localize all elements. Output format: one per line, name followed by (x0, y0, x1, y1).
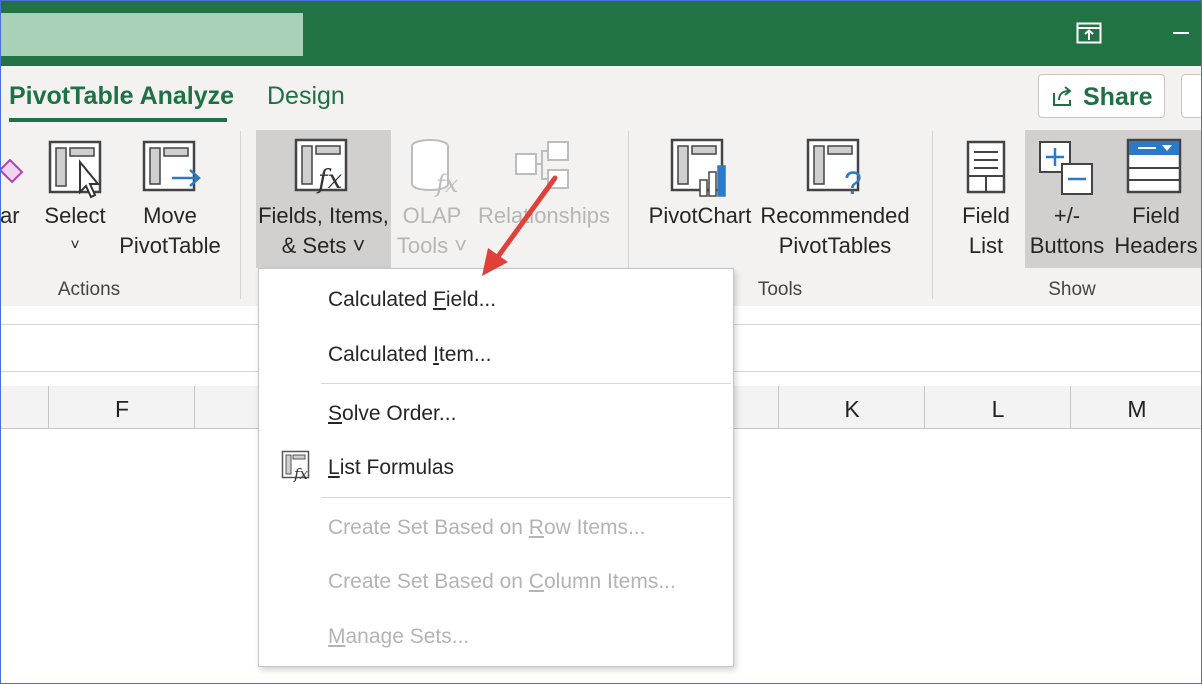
restore-window-icon (1076, 22, 1102, 44)
field-headers-icon (1126, 138, 1182, 194)
select-button[interactable]: Select ˅ (38, 201, 112, 261)
fields-items-sets-button[interactable]: Fields, Items, & Sets ˅ (256, 201, 391, 261)
field-list-icon (966, 140, 1006, 194)
share-label: Share (1083, 83, 1153, 111)
tab-design[interactable]: Design (267, 82, 345, 111)
minimize-icon (1173, 32, 1189, 34)
recommended-pivottables-icon: ? (806, 138, 862, 198)
annotation-arrow (482, 175, 558, 276)
field-list-button[interactable]: Field List (950, 201, 1022, 261)
select-icon (48, 140, 102, 199)
fields-items-sets-icon: fx (294, 138, 348, 195)
ribbon-options-button[interactable] (1181, 74, 1202, 118)
minimize-button[interactable] (1160, 18, 1202, 48)
clear-icon (0, 158, 24, 184)
move-pivottable-button[interactable]: Move PivotTable (112, 201, 228, 261)
pivotchart-icon (670, 138, 726, 197)
menu-item-calculated-item[interactable]: Calculated Item... (328, 343, 491, 367)
group-separator (932, 131, 933, 299)
menu-item-solve-order[interactable]: Solve Order... (328, 402, 456, 426)
plus-minus-buttons-icon (1039, 141, 1093, 195)
column-header[interactable] (194, 386, 259, 428)
column-header-f[interactable]: F (48, 386, 195, 428)
column-header-l[interactable]: L (924, 386, 1071, 428)
svg-text:fx: fx (434, 170, 459, 198)
plus-minus-buttons-button[interactable]: +/- Buttons (1026, 201, 1108, 261)
pivotchart-button[interactable]: PivotChart (644, 201, 756, 231)
menu-item-calculated-field[interactable]: Calculated Field... (328, 288, 496, 312)
move-pivottable-icon (142, 140, 201, 192)
tab-pivottable-analyze[interactable]: PivotTable Analyze (9, 82, 234, 111)
svg-text:fx: fx (316, 165, 343, 195)
group-separator (240, 131, 241, 299)
svg-text:fx: fx (293, 465, 309, 482)
clear-button[interactable]: ar (0, 201, 28, 231)
recommended-pivottables-button[interactable]: Recommended PivotTables (756, 201, 914, 261)
group-label-tools: Tools (757, 279, 803, 300)
active-tab-indicator (9, 118, 227, 122)
search-box[interactable] (0, 13, 303, 56)
menu-item-manage-sets: Manage Sets... (328, 625, 470, 648)
group-label-show: Show (1048, 279, 1096, 300)
fields-items-sets-menu: Calculated Field... Calculated Item... S… (258, 268, 734, 667)
field-headers-button[interactable]: Field Headers (1110, 201, 1202, 261)
share-button[interactable]: Share (1038, 74, 1165, 118)
menu-item-list-formulas[interactable]: List Formulas (328, 456, 454, 480)
restore-window-button[interactable] (1064, 18, 1114, 48)
list-formulas-icon: fx (281, 450, 310, 482)
menu-item-create-set-row-items: Create Set Based on Row Items... (328, 516, 646, 539)
menu-separator (321, 383, 731, 384)
olap-tools-icon: fx (411, 139, 459, 198)
menu-item-create-set-column-items: Create Set Based on Column Items... (328, 570, 676, 593)
group-label-actions: Actions (57, 279, 121, 300)
svg-text:?: ? (844, 165, 862, 198)
share-icon (1053, 86, 1072, 106)
column-header-m[interactable]: M (1070, 386, 1202, 428)
olap-tools-button: OLAP Tools ˅ (396, 203, 468, 258)
column-header-k[interactable]: K (778, 386, 925, 428)
menu-separator (321, 497, 731, 498)
